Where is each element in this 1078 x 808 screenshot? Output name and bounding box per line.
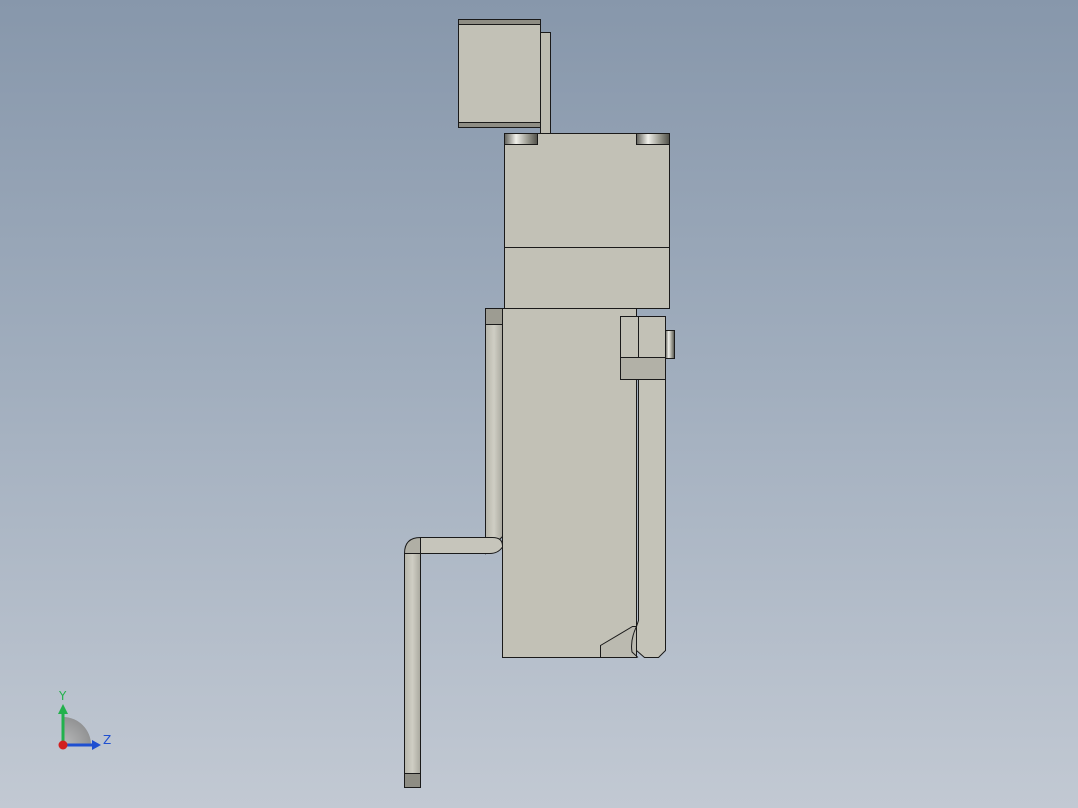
view-triad[interactable]: Y Z bbox=[58, 689, 111, 750]
actuator-head bbox=[458, 19, 551, 134]
y-axis-label: Y bbox=[58, 689, 67, 703]
cad-graphics-viewport[interactable]: Y Z bbox=[0, 0, 1078, 808]
mounting-hole-left bbox=[504, 133, 538, 145]
triad-arc bbox=[63, 717, 91, 745]
x-axis-point bbox=[58, 740, 68, 750]
part-model-view[interactable]: Y Z bbox=[0, 0, 1078, 808]
screw-head bbox=[665, 330, 675, 359]
mounting-hole-right bbox=[636, 133, 670, 145]
lever-arm bbox=[403, 308, 503, 788]
switch-top-housing bbox=[504, 133, 670, 309]
switch-main-body bbox=[502, 308, 637, 658]
z-axis-label: Z bbox=[103, 733, 111, 747]
